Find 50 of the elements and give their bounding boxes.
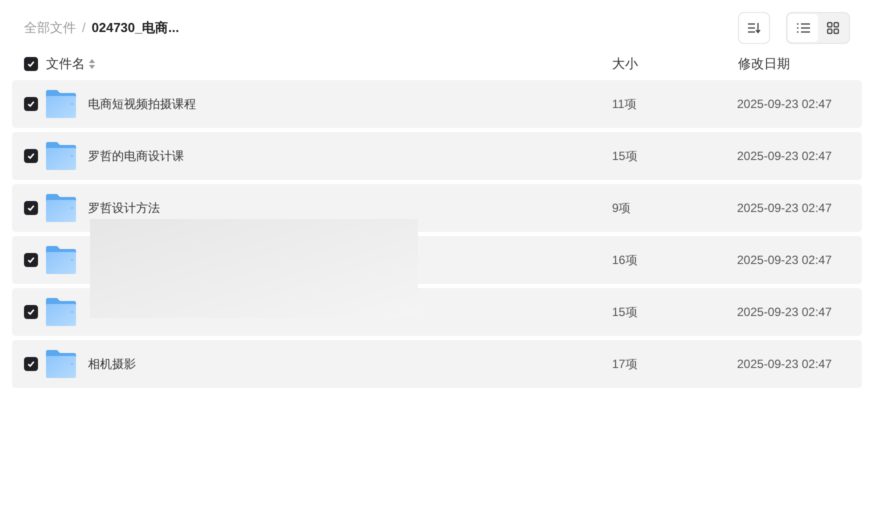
check-icon (27, 360, 35, 368)
modified-date: 2025-09-23 02:47 (737, 148, 833, 165)
sort-arrows-icon (89, 59, 95, 69)
checkbox[interactable] (24, 57, 38, 71)
checkbox[interactable] (24, 97, 38, 111)
list-view-button[interactable] (788, 14, 818, 42)
check-icon (27, 308, 35, 316)
item-count: 11项 (612, 96, 638, 113)
list-icon (796, 23, 810, 33)
folder-icon (46, 246, 76, 274)
modified-date: 2025-09-23 02:47 (737, 200, 833, 217)
breadcrumb-item[interactable]: 024730_电商... (92, 18, 180, 38)
modified-date: 2025-09-23 02:47 (737, 252, 833, 269)
breadcrumb-separator: / (82, 19, 86, 38)
item-count: 15项 (612, 148, 638, 165)
modified-date: 2025-09-23 02:47 (737, 96, 833, 113)
folder-name: 相机摄影 (88, 356, 136, 373)
column-header: 修改日期 (738, 55, 791, 74)
checkbox[interactable] (24, 357, 38, 371)
item-count: 15项 (612, 304, 638, 321)
folder-name: 罗哲的电商设计课 (88, 148, 184, 165)
folder-row[interactable]: 电商短视频拍摄课程 11项 2025-09-23 02:47 (12, 80, 862, 128)
checkbox[interactable] (24, 201, 38, 215)
item-count: 17项 (612, 356, 638, 373)
item-count: 16项 (612, 252, 638, 269)
folder-icon (46, 298, 76, 326)
check-icon (27, 256, 35, 264)
grid-icon (827, 22, 839, 34)
check-icon (27, 204, 35, 212)
column-header[interactable]: 文件名 (46, 54, 85, 74)
sort-button[interactable] (738, 12, 770, 44)
folder-icon (46, 194, 76, 222)
folder-icon (46, 90, 76, 118)
check-icon (27, 152, 35, 160)
modified-date: 2025-09-23 02:47 (737, 356, 833, 373)
check-icon (27, 100, 35, 108)
folder-row[interactable]: 罗哲的电商设计课 15项 2025-09-23 02:47 (12, 132, 862, 180)
folder-icon (46, 350, 76, 378)
folder-row[interactable]: 相机摄影 17项 2025-09-23 02:47 (12, 340, 862, 388)
column-header: 大小 (612, 55, 639, 74)
folder-name: 电商短视频拍摄课程 (88, 96, 196, 113)
item-count: 9项 (612, 200, 632, 217)
modified-date: 2025-09-23 02:47 (737, 304, 833, 321)
checkbox[interactable] (24, 149, 38, 163)
checkbox[interactable] (24, 253, 38, 267)
checkbox[interactable] (24, 305, 38, 319)
check-icon (27, 60, 35, 68)
folder-name: 罗哲设计方法 (88, 200, 160, 217)
folder-icon (46, 142, 76, 170)
sort-icon (747, 22, 761, 34)
